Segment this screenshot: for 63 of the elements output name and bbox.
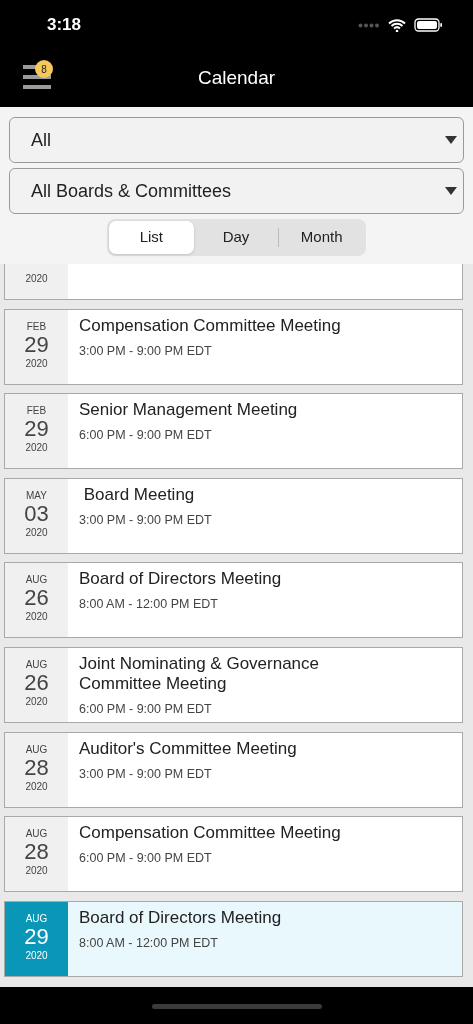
event-day: 29: [24, 923, 49, 949]
event-year: 2020: [25, 949, 48, 961]
event-month: AUG: [24, 657, 49, 672]
event-day: 26: [24, 669, 49, 695]
event-time: 3:00 PM - 9:00 PM EDT: [79, 343, 212, 358]
event-title: Board Meeting: [82, 484, 195, 504]
dropdown[interactable]: All Boards & Committees: [9, 168, 464, 214]
event-card[interactable]: AUG 28 2020 Auditor's Committee Meeting 3:00 PM - 9:00 PM EDT: [4, 731, 463, 808]
event-card[interactable]: AUG 28 2020 Compensation Committee Meeting 6:00 PM - 9:00 PM EDT: [4, 816, 463, 893]
event-card[interactable]: AUG 26 2020 Board of Directors Meeting 8:00 AM - 12:00 PM EDT: [4, 562, 463, 639]
event-year: 2020: [25, 273, 48, 284]
status-time: 3:18: [47, 14, 82, 37]
event-time: 8:00 AM - 12:00 PM EDT: [79, 597, 218, 612]
event-day: 03: [24, 500, 49, 526]
signal-icon: [358, 22, 380, 28]
event-month: AUG: [24, 742, 49, 757]
event-time: 3:00 PM - 9:00 PM EDT: [79, 512, 212, 527]
event-time: 8:00 AM - 12:00 PM EDT: [79, 935, 218, 950]
event-card[interactable]: AUG 29 2020 Board of Directors Meeting 8:00 AM - 12:00 PM EDT: [4, 900, 463, 977]
event-title: Board of Directors Meeting: [79, 569, 282, 589]
event-card[interactable]: FEB 29 2020 Compensation Committee Meeting 3:00 PM - 9:00 PM EDT: [4, 308, 463, 385]
caret-icon: [445, 136, 457, 144]
event-day: 28: [24, 839, 49, 865]
event-title: Board of Directors Meeting: [79, 907, 282, 927]
event-title: Senior Management Meeting: [79, 400, 298, 420]
event-year: 2020: [25, 526, 48, 538]
event-year: 2020: [25, 442, 48, 454]
event-time: 6:00 PM - 9:00 PM EDT: [79, 851, 212, 866]
event-month: AUG: [24, 827, 49, 842]
event-year: 2020: [25, 357, 48, 369]
caret-icon: [445, 187, 457, 195]
event-title: Joint Nominating & Governance Committee Meeting: [79, 653, 321, 693]
event-time: 3:00 PM - 9:00 PM EDT: [79, 766, 212, 781]
page-title: Calendar: [197, 66, 276, 91]
event-card[interactable]: AUG 26 2020 Joint Nominating & Governance Committee Meeting 6:00 PM - 9:00 PM EDT: [4, 646, 463, 723]
event-day: 29: [24, 331, 49, 357]
battery-icon: [414, 18, 443, 32]
event-title: Compensation Committee Meeting: [79, 823, 341, 843]
view-tab[interactable]: Month: [279, 221, 364, 254]
event-card[interactable]: MAY 03 2020 Board Meeting 3:00 PM - 9:00 PM EDT: [4, 477, 463, 554]
view-tab[interactable]: List: [109, 221, 194, 254]
view-tab[interactable]: Day: [193, 221, 279, 254]
event-year: 2020: [25, 865, 48, 877]
event-month: AUG: [24, 573, 49, 588]
event-month: AUG: [24, 911, 49, 926]
event-time: 6:00 PM - 9:00 PM EDT: [79, 428, 212, 443]
event-month: FEB: [25, 319, 48, 334]
event-title: Auditor's Committee Meeting: [79, 738, 297, 758]
event-card[interactable]: 2020: [4, 264, 463, 300]
event-time: 6:00 PM - 9:00 PM EDT: [79, 701, 212, 716]
event-card[interactable]: FEB 29 2020 Senior Management Meeting 6:00 PM - 9:00 PM EDT: [4, 393, 463, 470]
event-year: 2020: [25, 695, 48, 707]
dropdown[interactable]: All: [9, 117, 464, 163]
event-day: 28: [24, 754, 49, 780]
event-year: 2020: [25, 780, 48, 792]
event-month: FEB: [25, 404, 48, 419]
event-day: 26: [24, 585, 49, 611]
notification-badge: 8: [35, 60, 53, 78]
event-year: 2020: [25, 611, 48, 623]
event-title: Compensation Committee Meeting: [79, 315, 341, 335]
event-day: 29: [24, 416, 49, 442]
wifi-icon: [388, 18, 406, 32]
event-month: MAY: [25, 488, 48, 503]
